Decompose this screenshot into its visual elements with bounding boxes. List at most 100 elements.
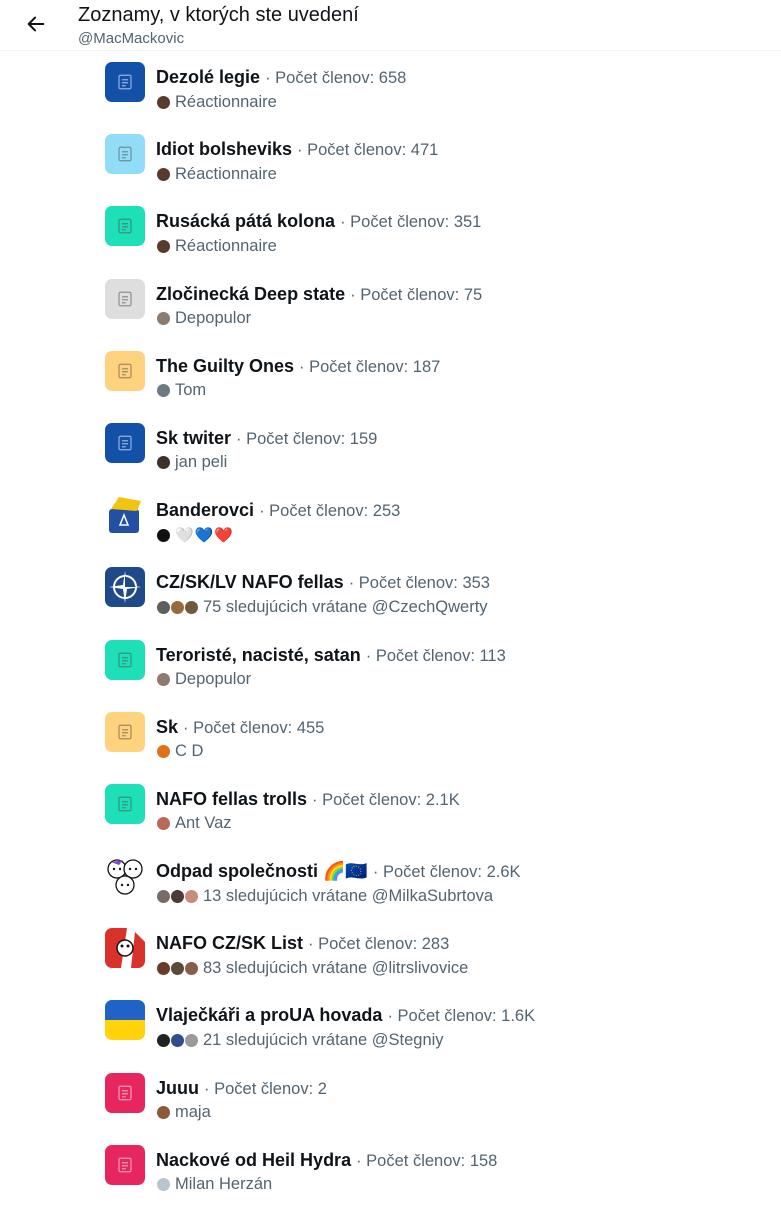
list-icon <box>105 278 145 319</box>
list-owner-line: Milan Herzán <box>157 1174 272 1196</box>
list-item[interactable]: Vlaječkáři a proUA hovada · Počet členov… <box>0 989 781 1061</box>
list-item[interactable]: NAFO CZ/SK List · Počet členov: 283 83 sl… <box>0 917 781 989</box>
owner-avatars <box>157 312 171 326</box>
owner-avatars <box>157 961 199 975</box>
member-count: · Počet členov: 2 <box>204 1079 327 1098</box>
list-item[interactable]: CZ/SK/LV NAFO fellas · Počet členov: 353… <box>0 556 781 628</box>
member-count: · Počet členov: 159 <box>236 429 378 448</box>
list-banner-image <box>105 856 145 897</box>
owner-avatars <box>157 167 171 181</box>
list-icon <box>105 711 145 752</box>
list-title-line: Banderovci · Počet členov: 253 <box>156 498 400 523</box>
list-owner-line: Tom <box>157 380 206 402</box>
owner-avatars <box>157 1106 171 1120</box>
list-owner-line: 21 sledujúcich vrátane @Stegniy <box>157 1029 444 1051</box>
owner-avatars <box>157 528 171 542</box>
avatar <box>157 889 170 903</box>
list-item[interactable]: Dezolé legie · Počet členov: 658 Réaction… <box>0 51 781 123</box>
list-owner: maja <box>175 1103 211 1122</box>
list-title-line: Teroristé, nacisté, satan · Počet členov… <box>156 643 506 668</box>
list-name: Vlaječkáři a proUA hovada <box>156 1005 383 1026</box>
list-owner-line: Réactionnaire <box>157 163 277 185</box>
avatar <box>157 95 170 109</box>
list-owner-line: Ant Vaz <box>157 813 232 835</box>
list-icon <box>105 1144 145 1185</box>
list-name: Rusácká pátá kolona <box>156 211 336 232</box>
list-item[interactable]: Teroristé, nacisté, satan · Počet členov… <box>0 629 781 701</box>
list-item[interactable]: Juuu · Počet členov: 2 maja <box>0 1062 781 1134</box>
list-name: Banderovci <box>156 500 255 521</box>
member-count: · Počet členov: 2.6K <box>372 863 521 882</box>
list-owner: 🤍💙❤️ <box>175 527 235 545</box>
list-item[interactable]: Odpad společnosti 🌈🇪🇺 · Počet členov: 2.… <box>0 845 781 917</box>
avatar <box>157 384 170 398</box>
list-owner: Tom <box>175 381 207 400</box>
list-owner-line: Depopulor <box>157 308 251 330</box>
avatar <box>157 961 170 975</box>
list-icon <box>105 1072 145 1113</box>
list-title-line: NAFO CZ/SK List · Počet členov: 283 <box>156 931 449 956</box>
list-title-line: Rusácká pátá kolona · Počet členov: 351 <box>156 209 481 234</box>
member-count: · Počet členov: 353 <box>348 574 490 593</box>
list-owner: C D <box>175 742 204 761</box>
member-count: · Počet členov: 2.1K <box>312 790 460 809</box>
list-name: The Guilty Ones <box>156 355 295 376</box>
member-count: · Počet členov: 283 <box>308 935 450 954</box>
list-item[interactable]: Sk · Počet členov: 455 C D <box>0 701 781 773</box>
list-owner: Ant Vaz <box>175 814 232 833</box>
list-item[interactable]: Zločinecká Deep state · Počet členov: 75… <box>0 268 781 340</box>
list-item[interactable]: Nackové od Heil Hydra · Počet členov: 15… <box>0 1134 781 1206</box>
list-banner-image <box>105 1000 145 1041</box>
list-name: Zločinecká Deep state <box>156 283 346 304</box>
owner-avatars <box>157 889 199 903</box>
owner-avatars <box>157 673 171 686</box>
owner-avatars <box>157 745 171 759</box>
list-owner: 13 sledujúcich vrátane @MilkaSubrtova <box>203 886 494 905</box>
user-handle: @MacMackovic <box>78 30 185 47</box>
list-owner: Depopulor <box>175 309 252 328</box>
list-owner: Milan Herzán <box>175 1175 273 1194</box>
list-owner: Réactionnaire <box>175 164 277 183</box>
avatar <box>171 600 184 614</box>
avatar <box>157 239 170 253</box>
avatar <box>171 961 184 975</box>
list-item[interactable]: NAFO fellas trolls · Počet členov: 2.1K A… <box>0 773 781 845</box>
avatar <box>157 312 170 326</box>
list-owner-line: 83 sledujúcich vrátane @litrslivovice <box>157 957 468 979</box>
list-owner: 75 sledujúcich vrátane @CzechQwerty <box>203 597 488 616</box>
list-item[interactable]: Idiot bolsheviks · Počet členov: 471 Réac… <box>0 123 781 195</box>
avatar <box>157 817 170 831</box>
list-item[interactable]: Sk twiter · Počet členov: 159 jan peli <box>0 412 781 484</box>
list-title-line: Sk twiter · Počet členov: 159 <box>156 426 377 451</box>
list-owner-line: 75 sledujúcich vrátane @CzechQwerty <box>157 596 488 618</box>
avatar <box>157 1106 170 1120</box>
avatar <box>185 889 198 903</box>
list-icon <box>105 206 145 247</box>
list-owner-line: C D <box>157 741 203 763</box>
list-name: Sk <box>156 716 179 737</box>
list-name: NAFO fellas trolls <box>156 788 308 809</box>
list-owner-line: 13 sledujúcich vrátane @MilkaSubrtova <box>157 885 493 907</box>
list-title-line: Sk · Počet členov: 455 <box>156 715 324 740</box>
avatar <box>157 167 170 181</box>
member-count: · Počet členov: 187 <box>299 357 441 376</box>
list-name: Idiot bolsheviks <box>156 139 293 160</box>
list-title-line: Odpad společnosti 🌈🇪🇺 · Počet členov: 2.… <box>156 859 521 884</box>
member-count: · Počet členov: 75 <box>350 285 483 304</box>
back-button[interactable] <box>20 8 52 40</box>
avatar <box>157 528 170 542</box>
list-icon <box>105 422 145 463</box>
list-title-line: Dezolé legie · Počet členov: 658 <box>156 65 406 90</box>
list-title-line: Vlaječkáři a proUA hovada · Počet členov… <box>156 1003 535 1028</box>
member-count: · Počet členov: 471 <box>297 141 439 160</box>
top-bar: Zoznamy, v ktorých ste uvedení @MacMacko… <box>0 0 781 51</box>
list-item[interactable]: Banderovci · Počet členov: 253 🤍💙❤️ <box>0 484 781 556</box>
list-owner: Réactionnaire <box>175 92 277 111</box>
avatar <box>157 673 170 686</box>
member-count: · Počet členov: 658 <box>265 69 407 87</box>
avatar <box>185 600 198 614</box>
avatar <box>171 889 184 903</box>
lists-container: Dezolé legie · Počet členov: 658 Réaction… <box>0 51 781 1206</box>
list-item[interactable]: Rusácká pátá kolona · Počet členov: 351 R… <box>0 195 781 267</box>
list-item[interactable]: The Guilty Ones · Počet členov: 187 Tom <box>0 340 781 412</box>
